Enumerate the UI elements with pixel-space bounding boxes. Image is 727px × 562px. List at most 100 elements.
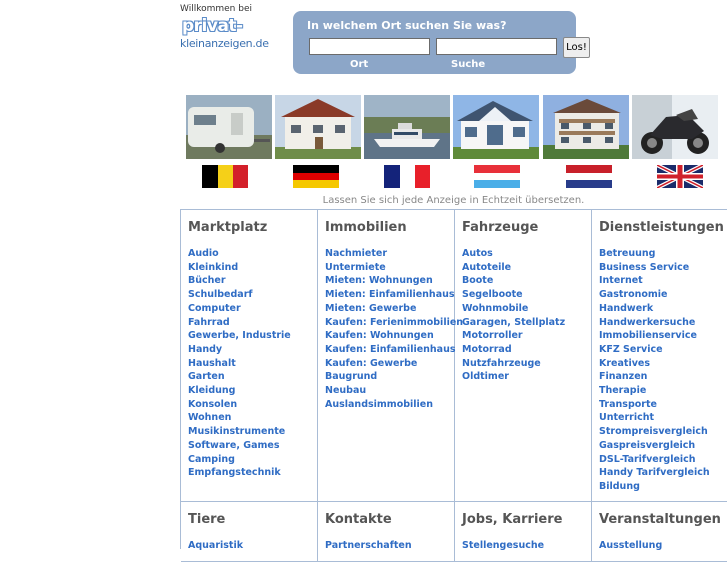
caravan-photo[interactable] [186,95,272,159]
category-link[interactable]: Kaufen: Wohnungen [325,329,463,343]
category-link[interactable]: Mieten: Wohnungen [325,274,463,288]
category-link[interactable]: Handy Tarifvergleich [599,466,710,480]
category-link[interactable]: Autos [462,247,565,261]
category-link-list: Aquaristik [188,539,243,553]
category-link[interactable]: Empfangstechnik [188,466,291,480]
category-grid: Marktplatz Audio Kleinkind Bücher Schulbedar… [180,209,727,562]
category-link[interactable]: Garagen, Stellplatz [462,316,565,330]
motorcycle-photo[interactable] [632,95,718,159]
category-link-list: Nachmieter Untermiete Mieten: Wohnungen Mie… [325,247,463,411]
germany-flag-icon[interactable] [293,165,339,188]
category-link[interactable]: Stellengesuche [462,539,544,553]
welcome-text: Willkommen bei [180,4,252,14]
category-link[interactable]: Gewerbe, Industrie [188,329,291,343]
category-link[interactable]: Handy [188,343,291,357]
category-link[interactable]: Gastronomie [599,288,710,302]
category-title: Dienstleistungen [599,220,724,235]
category-link[interactable]: Motorroller [462,329,565,343]
category-link[interactable]: Autoteile [462,261,565,275]
category-link[interactable]: KFZ Service [599,343,710,357]
location-input[interactable] [309,38,430,55]
category-link[interactable]: Auslandsimmobilien [325,398,463,412]
category-link[interactable]: Oldtimer [462,370,565,384]
category-link-list: Partnerschaften [325,539,412,553]
category-link[interactable]: DSL-Tarifvergleich [599,453,710,467]
category-link[interactable]: Handwerkersuche [599,316,710,330]
category-link[interactable]: Handwerk [599,302,710,316]
category-title: Jobs, Karriere [462,512,563,527]
category-box: Veranstaltungen Ausstellung [592,502,727,562]
category-title: Kontakte [325,512,392,527]
category-link[interactable]: Unterricht [599,411,710,425]
category-link[interactable]: Kleidung [188,384,291,398]
category-link[interactable]: Motorrad [462,343,565,357]
category-link[interactable]: Segelboote [462,288,565,302]
france-flag-icon[interactable] [384,165,430,188]
category-link[interactable]: Kaufen: Gewerbe [325,357,463,371]
apartment-building-photo[interactable] [543,95,629,159]
category-box: Kontakte Partnerschaften [318,502,455,562]
house-photo[interactable] [275,95,361,159]
category-link[interactable]: Strompreisvergleich [599,425,710,439]
category-link[interactable]: Therapie [599,384,710,398]
category-link[interactable]: Wohnen [188,411,291,425]
category-link[interactable]: Transporte [599,398,710,412]
category-link[interactable]: Bildung [599,480,710,494]
search-input[interactable] [436,38,557,55]
category-link[interactable]: Partnerschaften [325,539,412,553]
category-link[interactable]: Nachmieter [325,247,463,261]
category-title: Veranstaltungen [599,512,721,527]
category-link[interactable]: Business Service [599,261,710,275]
category-title: Marktplatz [188,220,268,235]
category-link[interactable]: Software, Games [188,439,291,453]
category-link[interactable]: Baugrund [325,370,463,384]
category-link[interactable]: Musikinstrumente [188,425,291,439]
category-link[interactable]: Boote [462,274,565,288]
category-link[interactable]: Schulbedarf [188,288,291,302]
category-title: Tiere [188,512,226,527]
category-link[interactable]: Untermiete [325,261,463,275]
category-link-list: Stellengesuche [462,539,544,553]
category-link[interactable]: Fahrrad [188,316,291,330]
category-link[interactable]: Camping [188,453,291,467]
netherlands-flag-icon[interactable] [566,165,612,188]
category-link[interactable]: Immobilienservice [599,329,710,343]
category-link[interactable]: Kreatives [599,357,710,371]
category-link-list: Betreuung Business Service Internet Gastron… [599,247,710,494]
category-link[interactable]: Finanzen [599,370,710,384]
category-link[interactable]: Aquaristik [188,539,243,553]
united-kingdom-flag-icon[interactable] [657,165,703,188]
category-link[interactable]: Kaufen: Ferienimmobilien [325,316,463,330]
category-link[interactable]: Haushalt [188,357,291,371]
search-question: In welchem Ort suchen Sie was? [307,19,507,32]
category-link[interactable]: Audio [188,247,291,261]
category-link[interactable]: Mieten: Einfamilienhaus [325,288,463,302]
category-title: Immobilien [325,220,407,235]
luxembourg-flag-icon[interactable] [474,165,520,188]
category-link[interactable]: Ausstellung [599,539,662,553]
category-link[interactable]: Computer [188,302,291,316]
category-link[interactable]: Internet [599,274,710,288]
category-link[interactable]: Nutzfahrzeuge [462,357,565,371]
modern-house-photo[interactable] [453,95,539,159]
category-link[interactable]: Kleinkind [188,261,291,275]
site-logo[interactable]: privat- kleinanzeigen.de [180,16,269,56]
category-link[interactable]: Betreuung [599,247,710,261]
category-link[interactable]: Neubau [325,384,463,398]
category-link-list: Autos Autoteile Boote Segelboote Wohnmobile G… [462,247,565,384]
category-box: Immobilien Nachmieter Untermiete Mieten: Wo… [318,210,463,502]
category-link[interactable]: Kaufen: Einfamilienhaus [325,343,463,357]
category-link[interactable]: Garten [188,370,291,384]
category-box: Jobs, Karriere Stellengesuche [455,502,592,562]
category-box: Tiere Aquaristik [181,502,318,562]
motor-boat-photo[interactable] [364,95,450,159]
belgium-flag-icon[interactable] [202,165,248,188]
category-link[interactable]: Konsolen [188,398,291,412]
search-panel: In welchem Ort suchen Sie was? Los! Ort … [293,11,590,74]
category-link[interactable]: Mieten: Gewerbe [325,302,463,316]
category-link[interactable]: Bücher [188,274,291,288]
translate-notice: Lassen Sie sich jede Anzeige in Echtzeit… [322,195,585,206]
category-link[interactable]: Wohnmobile [462,302,565,316]
go-button[interactable]: Los! [563,37,590,58]
category-link[interactable]: Gaspreisvergleich [599,439,710,453]
